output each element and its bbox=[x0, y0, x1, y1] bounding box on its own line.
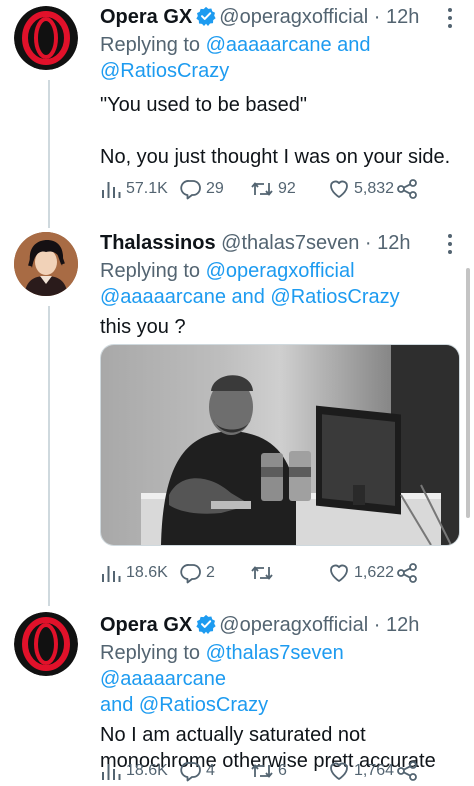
tweet-actions: 18.6K 4 6 1,764 bbox=[100, 760, 434, 784]
user-handle[interactable]: @thalas7seven bbox=[221, 232, 359, 254]
scrollbar[interactable] bbox=[466, 268, 470, 518]
tweet-operagx-2[interactable]: Opera GX @operagxofficial · 12h Replying … bbox=[0, 608, 474, 786]
avatar[interactable] bbox=[14, 232, 78, 296]
tweet-text-line: No, you just thought I was on your side. bbox=[100, 146, 451, 168]
retweet-count: 6 bbox=[278, 762, 287, 779]
retweet-button[interactable]: 92 bbox=[250, 178, 296, 200]
user-handle[interactable]: @operagxofficial bbox=[219, 6, 368, 28]
views-button[interactable]: 18.6K bbox=[100, 562, 168, 584]
timestamp[interactable]: 12h bbox=[377, 232, 410, 254]
views-count: 57.1K bbox=[126, 180, 168, 197]
attached-photo[interactable] bbox=[100, 344, 460, 546]
timestamp[interactable]: 12h bbox=[386, 6, 419, 28]
like-button[interactable]: 1,622 bbox=[328, 562, 394, 584]
bar-chart-icon bbox=[100, 178, 122, 200]
mention-link[interactable]: @aaaaarcane and bbox=[206, 34, 371, 56]
tweet-header: Opera GX @operagxofficial · 12h bbox=[100, 4, 462, 30]
mention-link[interactable]: and @RatiosCrazy bbox=[100, 694, 268, 716]
like-count: 1,622 bbox=[354, 564, 395, 581]
more-options-icon[interactable] bbox=[448, 234, 452, 258]
share-nodes-icon bbox=[396, 178, 418, 200]
tweet-actions: 57.1K 29 92 5,832 bbox=[100, 178, 434, 202]
like-button[interactable]: 5,832 bbox=[328, 178, 394, 200]
separator-dot: · bbox=[364, 232, 372, 254]
retweet-count: 92 bbox=[278, 180, 296, 197]
reply-count: 2 bbox=[206, 564, 215, 581]
avatar[interactable] bbox=[14, 612, 78, 676]
share-button[interactable] bbox=[396, 178, 418, 200]
tweet-header: Opera GX @operagxofficial · 12h bbox=[100, 612, 462, 638]
retweet-button[interactable]: 6 bbox=[250, 760, 287, 782]
heart-icon bbox=[328, 562, 350, 584]
timestamp[interactable]: 12h bbox=[386, 614, 419, 636]
views-button[interactable]: 18.6K bbox=[100, 760, 168, 782]
reply-button[interactable]: 29 bbox=[180, 178, 224, 200]
avatar[interactable] bbox=[14, 6, 78, 70]
tweet-text-line: No I am actually saturated not bbox=[100, 724, 366, 746]
share-button[interactable] bbox=[396, 760, 418, 782]
display-name[interactable]: Opera GX bbox=[100, 6, 192, 28]
replying-to-label: Replying to bbox=[100, 642, 201, 664]
share-nodes-icon bbox=[396, 760, 418, 782]
heart-icon bbox=[328, 178, 350, 200]
anime-character-avatar-icon bbox=[14, 232, 78, 296]
tweet-text: "You used to be based" No, you just thou… bbox=[100, 92, 462, 170]
user-handle[interactable]: @operagxofficial bbox=[219, 614, 368, 636]
bar-chart-icon bbox=[100, 760, 122, 782]
tweet-thalassinos[interactable]: Thalassinos @thalas7seven · 12h Replying… bbox=[0, 222, 474, 600]
display-name[interactable]: Thalassinos bbox=[100, 232, 216, 254]
share-nodes-icon bbox=[396, 562, 418, 584]
verified-badge-icon bbox=[196, 6, 216, 26]
more-options-icon[interactable] bbox=[448, 8, 452, 32]
mention-link[interactable]: @aaaaarcane and @RatiosCrazy bbox=[100, 286, 400, 308]
reply-button[interactable]: 4 bbox=[180, 760, 215, 782]
like-count: 5,832 bbox=[354, 180, 395, 197]
tweet-header: Thalassinos @thalas7seven · 12h bbox=[100, 230, 462, 256]
replying-to-label: Replying to bbox=[100, 34, 201, 56]
share-button[interactable] bbox=[396, 562, 418, 584]
speech-bubble-icon bbox=[180, 178, 202, 200]
replying-to-label: Replying to bbox=[100, 260, 201, 282]
like-button[interactable]: 1,764 bbox=[328, 760, 394, 782]
retweet-arrows-icon bbox=[250, 178, 274, 200]
tweet-operagx-1[interactable]: Opera GX @operagxofficial · 12h Replying … bbox=[0, 0, 474, 215]
speech-bubble-icon bbox=[180, 562, 202, 584]
views-button[interactable]: 57.1K bbox=[100, 178, 168, 200]
tweet-text: this you ? bbox=[100, 316, 186, 338]
replying-to: Replying to @operagxofficial @aaaaarcane… bbox=[100, 258, 462, 310]
views-count: 18.6K bbox=[126, 564, 168, 581]
reply-count: 4 bbox=[206, 762, 215, 779]
bar-chart-icon bbox=[100, 562, 122, 584]
display-name[interactable]: Opera GX bbox=[100, 614, 192, 636]
retweet-button[interactable] bbox=[250, 562, 278, 584]
reply-button[interactable]: 2 bbox=[180, 562, 215, 584]
separator-dot: · bbox=[373, 6, 381, 28]
tweet-actions: 18.6K 2 1,622 bbox=[100, 562, 434, 586]
mention-link[interactable]: @operagxofficial bbox=[206, 260, 355, 282]
speech-bubble-icon bbox=[180, 760, 202, 782]
replying-to: Replying to @aaaaarcane and @RatiosCrazy bbox=[100, 32, 462, 84]
opera-logo-icon bbox=[14, 6, 78, 70]
like-count: 1,764 bbox=[354, 762, 395, 779]
mention-link[interactable]: @RatiosCrazy bbox=[100, 60, 229, 82]
views-count: 18.6K bbox=[126, 762, 168, 779]
retweet-arrows-icon bbox=[250, 562, 274, 584]
retweet-arrows-icon bbox=[250, 760, 274, 782]
verified-badge-icon bbox=[196, 614, 216, 634]
photo-man-at-computer bbox=[101, 345, 459, 545]
heart-icon bbox=[328, 760, 350, 782]
separator-dot: · bbox=[373, 614, 381, 636]
opera-logo-icon bbox=[14, 612, 78, 676]
reply-count: 29 bbox=[206, 180, 224, 197]
replying-to: Replying to @thalas7seven @aaaaarcane an… bbox=[100, 640, 462, 718]
tweet-text-line: "You used to be based" bbox=[100, 94, 307, 116]
